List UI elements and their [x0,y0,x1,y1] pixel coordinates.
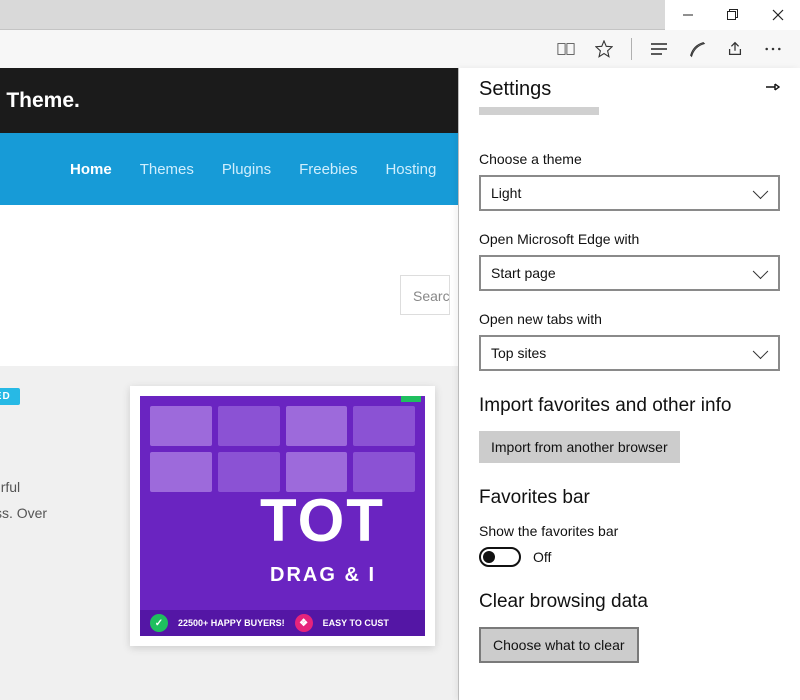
openwith-dropdown[interactable]: Start page [479,255,780,291]
toolbar-divider [631,38,632,60]
openwith-label: Open Microsoft Edge with [479,231,780,247]
flyout-tab-indicator [459,107,800,139]
blurb: e builder using and powerful WordPress. … [0,425,80,526]
blurb-line: using [0,450,80,475]
newtabs-value: Top sites [491,345,546,361]
favbar-heading: Favorites bar [479,487,780,509]
hero-title: WordPress Theme. [0,89,80,113]
pin-icon[interactable] [764,79,780,100]
flyout-title: Settings [479,78,551,101]
favbar-state: Off [533,549,551,565]
blurb-line: e builder [0,425,80,450]
import-button[interactable]: Import from another browser [479,431,680,463]
blurb-line: and powerful [0,475,80,500]
more-icon[interactable] [758,34,788,64]
window-controls [665,0,800,30]
newtabs-label: Open new tabs with [479,311,780,327]
promo-subtitle: DRAG & I [140,564,425,587]
promo-title: TOT [140,486,425,555]
minimize-button[interactable] [665,0,710,30]
promo-card[interactable]: TOT DRAG & I ✓ 22500+ HAPPY BUYERS! ❖ EA… [130,386,435,646]
search-input[interactable]: Search [400,275,450,315]
newtabs-dropdown[interactable]: Top sites [479,335,780,371]
openwith-value: Start page [491,265,556,281]
check-icon: ✓ [150,614,168,632]
layers-icon: ❖ [295,614,313,632]
notes-icon[interactable] [682,34,712,64]
titlebar [0,0,800,30]
promo-easy: EASY TO CUST [323,618,389,628]
promo-buyers: 22500+ HAPPY BUYERS! [178,618,285,628]
nav-home[interactable]: Home [70,161,112,178]
nav-plugins[interactable]: Plugins [222,161,271,178]
clear-heading: Clear browsing data [479,591,780,613]
theme-label: Choose a theme [479,151,780,167]
promo-footer: ✓ 22500+ HAPPY BUYERS! ❖ EASY TO CUST [140,610,425,636]
promo-tiles [150,406,415,492]
browser-toolbar [0,30,800,68]
favorite-star-icon[interactable] [589,34,619,64]
hub-icon[interactable] [644,34,674,64]
promo-accent [401,396,421,402]
nav-hosting[interactable]: Hosting [385,161,436,178]
nav-freebies[interactable]: Freebies [299,161,357,178]
favbar-label: Show the favorites bar [479,523,780,539]
reading-view-icon[interactable] [551,34,581,64]
maximize-button[interactable] [710,0,755,30]
import-heading: Import favorites and other info [479,395,780,417]
clear-button[interactable]: Choose what to clear [479,627,639,663]
favbar-toggle[interactable] [479,547,521,567]
theme-value: Light [491,185,521,201]
featured-badge: FEATURED [0,388,20,405]
share-icon[interactable] [720,34,750,64]
nav-themes[interactable]: Themes [140,161,194,178]
theme-dropdown[interactable]: Light [479,175,780,211]
blurb-line: WordPress. Over [0,501,80,526]
settings-flyout: Settings Choose a theme Light Open Micro… [458,68,800,700]
close-button[interactable] [755,0,800,30]
